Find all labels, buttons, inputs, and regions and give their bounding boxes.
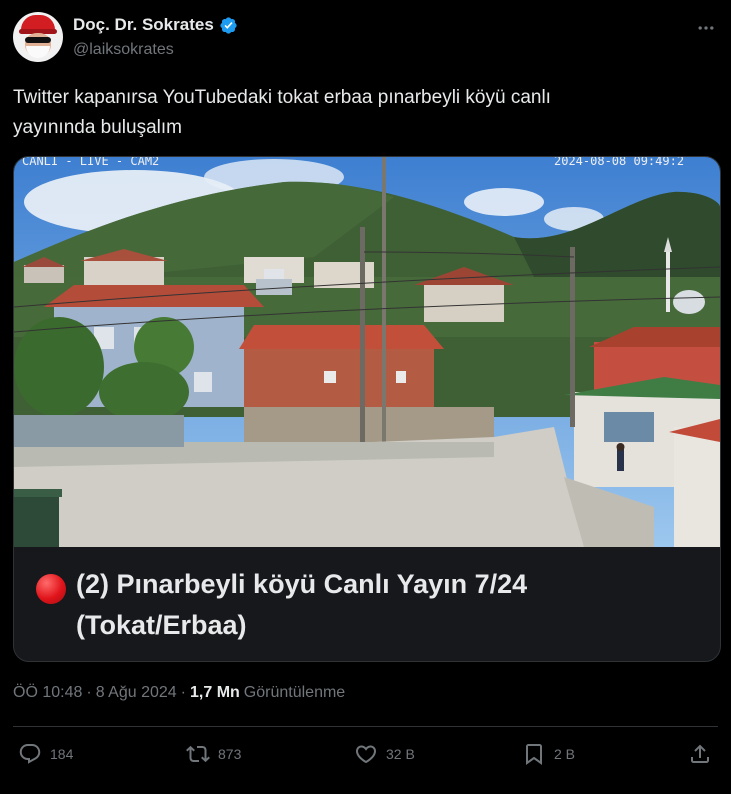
tweet-date[interactable]: 8 Ağu 2024 [96, 684, 177, 702]
like-button[interactable]: 32 B [354, 742, 415, 766]
share-icon [691, 744, 709, 763]
tweet-time[interactable]: ÖÖ 10:48 [13, 684, 82, 702]
views-label: Görüntülenme [243, 684, 346, 701]
video-overlay-timestamp: 2024-08-08 09:49:2 [554, 157, 684, 168]
verified-badge-icon [220, 16, 237, 34]
repost-button[interactable]: 873 [186, 742, 241, 766]
bookmark-count: 2 B [554, 746, 576, 762]
avatar-sunglasses [25, 37, 51, 43]
video-overlay-left: CANLI - LIVE - CAM2 [22, 157, 159, 168]
meta-separator: · [86, 684, 92, 701]
avatar-beard [26, 46, 50, 58]
like-count: 32 B [386, 746, 415, 762]
reply-icon [19, 744, 41, 764]
like-icon [355, 745, 377, 764]
tweet-meta: ÖÖ 10:48 · 8 Ağu 2024 · 1,7 Mn Görüntüle… [13, 684, 345, 702]
action-bar: 184 873 32 B 2 B [18, 742, 718, 774]
user-handle[interactable]: @laiksokrates [73, 41, 174, 59]
video-thumbnail[interactable]: CANLI - LIVE - CAM2 2024-08-08 09:49:2 [14, 157, 720, 547]
share-button[interactable] [688, 742, 712, 766]
bookmark-button[interactable]: 2 B [522, 742, 575, 766]
card-title: (2) Pınarbeyli köyü Canlı Yayın 7/24 (To… [76, 564, 527, 646]
more-dots-icon[interactable] [693, 16, 719, 40]
bookmark-icon [526, 744, 542, 765]
live-dot-icon [36, 574, 66, 604]
reply-button[interactable]: 184 [18, 742, 73, 766]
avatar[interactable] [13, 12, 63, 62]
tweet-text-line-1: Twitter kapanırsa YouTubedaki tokat erba… [13, 87, 551, 108]
tweet-text-line-2: yayınında buluşalım [13, 117, 182, 138]
card-title-block[interactable]: (2) Pınarbeyli köyü Canlı Yayın 7/24 (To… [36, 564, 706, 646]
views-count: 1,7 Mn [190, 684, 240, 701]
tweet-header: Doç. Dr. Sokrates @laiksokrates [13, 12, 719, 64]
link-card[interactable]: CANLI - LIVE - CAM2 2024-08-08 09:49:2 (… [13, 156, 721, 662]
village-scene-image: CANLI - LIVE - CAM2 2024-08-08 09:49:2 [14, 157, 720, 547]
meta-separator: · [180, 684, 186, 701]
name-row: Doç. Dr. Sokrates [73, 15, 238, 35]
card-title-line-1: (2) Pınarbeyli köyü Canlı Yayın 7/24 [76, 569, 528, 599]
reply-count: 184 [50, 746, 74, 762]
repost-icon [186, 745, 210, 763]
repost-count: 873 [218, 746, 242, 762]
card-title-line-2: (Tokat/Erbaa) [76, 610, 247, 640]
divider [13, 726, 718, 727]
display-name[interactable]: Doç. Dr. Sokrates [73, 15, 214, 35]
tweet-text: Twitter kapanırsa YouTubedaki tokat erba… [13, 83, 703, 143]
